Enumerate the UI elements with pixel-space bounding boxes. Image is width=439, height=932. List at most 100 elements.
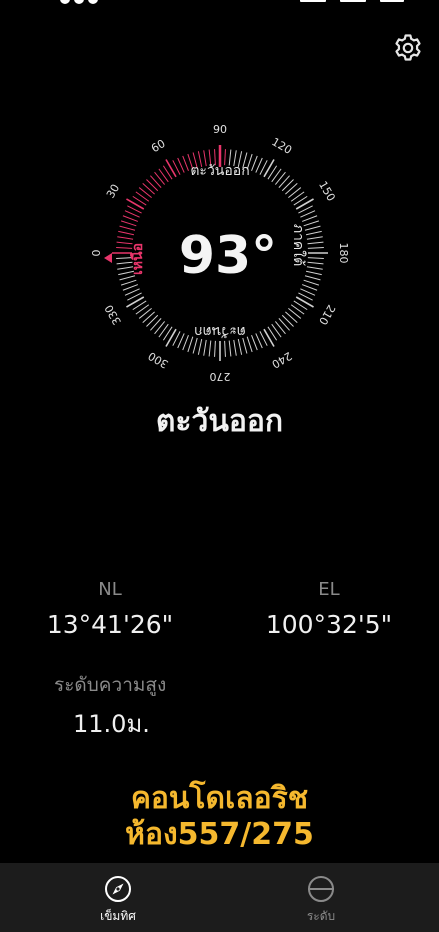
compass-tick	[150, 175, 162, 188]
degree-label: 90	[213, 123, 227, 136]
signal-icon	[340, 0, 366, 2]
compass-tick	[122, 215, 139, 222]
altitude-value: 11.0ม.	[73, 710, 150, 738]
location-room: ห้อง557/275	[125, 817, 314, 852]
compass-tick	[278, 318, 290, 331]
compass-tick	[117, 236, 134, 240]
compass-tick	[242, 337, 248, 354]
degree-label: 30	[104, 182, 122, 201]
compass-tick	[150, 318, 162, 331]
degree-label: 60	[149, 137, 168, 155]
compass-tick	[177, 157, 185, 173]
compass-tick	[285, 183, 298, 195]
altitude-label: ระดับความสูง	[54, 674, 167, 696]
bottom-tab-bar: เข็มทิศ ระดับ	[0, 863, 439, 932]
compass-tick	[122, 284, 139, 291]
cardinal-bottom-label: ตะวันตก	[194, 323, 246, 339]
degree-label: 240	[269, 349, 294, 371]
degree-label: 300	[146, 349, 171, 371]
cardinal-left-label: เหนือ	[130, 243, 146, 275]
settings-button[interactable]	[392, 32, 424, 64]
latitude-label: NL	[98, 579, 122, 600]
status-indicator-icon	[88, 0, 98, 4]
compass-tick	[300, 288, 316, 296]
compass-tick	[228, 340, 232, 357]
tab-level-label: ระดับ	[306, 909, 336, 923]
compass-tick	[142, 311, 155, 323]
compass-tick	[305, 230, 322, 236]
compass-tick	[119, 275, 136, 281]
direction-name: ตะวันออก	[155, 404, 284, 439]
degree-label: 150	[316, 179, 338, 204]
compass-tick	[306, 266, 323, 270]
status-bar	[0, 0, 439, 14]
compass-tick	[233, 339, 237, 356]
compass-tick	[300, 210, 316, 218]
tab-compass[interactable]: เข็มทิศ	[48, 863, 188, 932]
degree-label: 180	[337, 243, 350, 264]
compass-tick	[120, 220, 137, 227]
compass-tick	[142, 183, 155, 195]
compass-tick	[119, 225, 136, 231]
compass-tick	[197, 338, 203, 355]
compass-tick	[251, 334, 258, 351]
compass-tick	[124, 210, 140, 218]
compass-tick	[120, 279, 137, 286]
status-indicator-icon	[60, 0, 70, 4]
compass-tick	[307, 247, 324, 249]
level-icon	[308, 876, 334, 902]
compass-tick	[165, 328, 177, 347]
heading-value: 93°	[179, 226, 277, 286]
compass-tick	[251, 155, 258, 172]
compass-tick	[182, 334, 189, 351]
compass-tick	[278, 175, 290, 188]
compass-tick	[182, 155, 189, 172]
compass-dial: 0 30 60 90 120 150 180 210 240 270 300 330 ตะวันออก…	[90, 123, 350, 383]
compass-icon	[105, 876, 131, 902]
degree-label: 330	[102, 302, 124, 327]
compass-tick	[165, 159, 177, 178]
longitude-label: EL	[318, 579, 340, 600]
longitude-value: 100°32'5"	[265, 610, 393, 639]
compass-tick	[304, 275, 321, 281]
compass-tick	[237, 338, 243, 355]
compass-tick	[255, 333, 263, 349]
compass-tick	[281, 179, 294, 192]
compass-tick	[307, 241, 324, 245]
degree-label: 120	[269, 135, 294, 157]
signal-icon	[300, 0, 326, 2]
cardinal-top-label: ตะวันออก	[190, 163, 249, 179]
compass-tick	[187, 336, 194, 353]
compass-tick	[203, 339, 207, 356]
compass-tick	[126, 296, 145, 308]
battery-icon	[380, 0, 404, 2]
compass-tick	[146, 314, 159, 327]
compass-tick	[255, 157, 263, 173]
compass-tick	[126, 198, 145, 210]
compass-tick	[304, 225, 321, 231]
degree-label: 0	[90, 250, 103, 257]
compass-tick	[305, 270, 322, 276]
compass-tick	[224, 340, 226, 357]
compass-tick	[306, 236, 323, 240]
gear-icon	[395, 34, 421, 61]
degree-label: 210	[316, 302, 338, 327]
compass-tick	[295, 296, 314, 308]
compass-tick	[301, 215, 318, 222]
compass-tick	[307, 257, 324, 259]
compass-tick	[301, 284, 318, 291]
compass-tick	[146, 179, 159, 192]
degree-label: 270	[210, 370, 231, 383]
north-pointer-icon	[104, 253, 112, 263]
compass-tick	[214, 340, 216, 357]
compass-tick	[246, 336, 253, 353]
tab-level[interactable]: ระดับ	[251, 863, 391, 932]
latitude-value: 13°41'26"	[46, 610, 174, 639]
compass-tick	[192, 337, 198, 354]
compass-tick	[303, 279, 320, 286]
compass-tick	[263, 328, 275, 347]
compass-tick	[281, 314, 294, 327]
compass-tick	[118, 230, 135, 236]
compass-tick	[124, 288, 140, 296]
compass-tick	[263, 159, 275, 178]
